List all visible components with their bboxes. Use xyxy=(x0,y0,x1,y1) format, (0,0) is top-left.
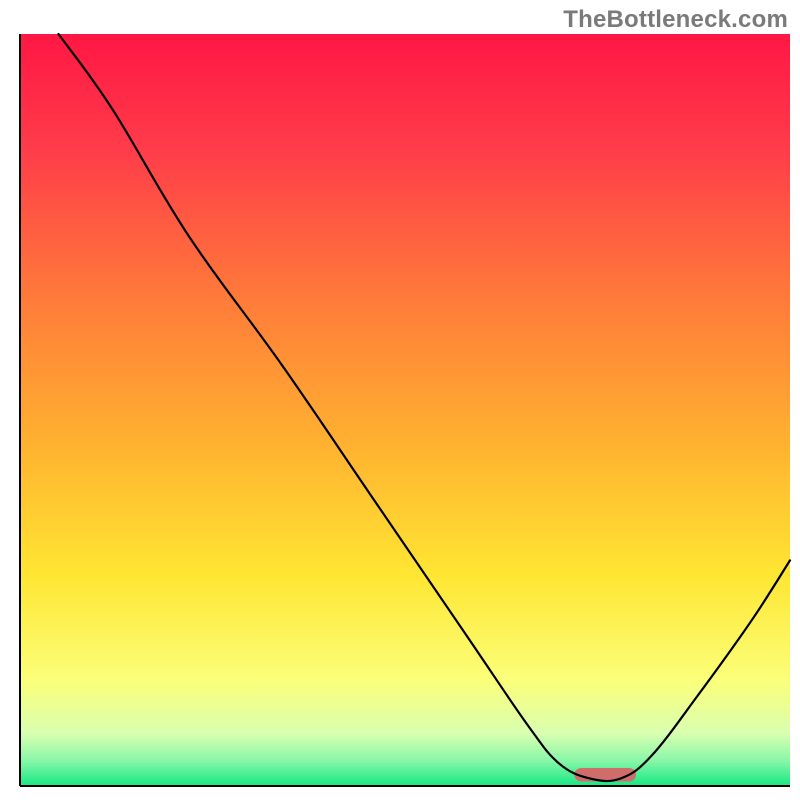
watermark-label: TheBottleneck.com xyxy=(563,6,788,34)
min-marker xyxy=(574,768,636,782)
chart-stage: TheBottleneck.com xyxy=(0,0,800,800)
chart-svg xyxy=(0,0,800,800)
